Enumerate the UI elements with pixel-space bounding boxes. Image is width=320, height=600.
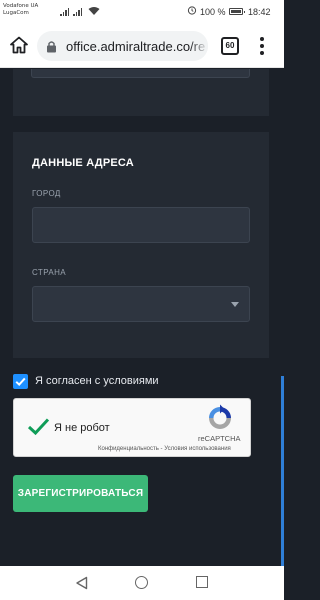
recaptcha-checkmark-icon[interactable] (27, 417, 50, 436)
clock: 18:42 (248, 7, 271, 17)
tab-switcher-button[interactable]: 60 (221, 37, 239, 55)
terms-checkbox[interactable] (13, 374, 28, 389)
recaptcha-brand: reCAPTCHA (198, 434, 241, 443)
status-bar: Vodafone UA LugaCom 100 % 18:42 (0, 0, 284, 24)
carrier-name-1: Vodafone UA (3, 3, 39, 9)
carrier-name-2: LugaCom (3, 10, 29, 16)
carrier-info: Vodafone UA LugaCom (3, 3, 38, 17)
battery-percent: 100 % (200, 7, 226, 17)
recent-apps-icon[interactable] (196, 576, 208, 588)
signal-icon-2 (73, 8, 82, 16)
signal-icon (60, 8, 69, 16)
url-text: office.admiraltrade.co/re (66, 39, 206, 54)
city-label: ГОРОД (32, 189, 61, 198)
section-title: ДАННЫЕ АДРЕСА (32, 157, 134, 169)
home-circle-icon[interactable] (135, 576, 148, 589)
navigation-bar (0, 566, 284, 600)
country-label: СТРАНА (32, 268, 67, 277)
country-select[interactable] (32, 286, 250, 322)
battery-icon (229, 8, 245, 15)
address-bar[interactable]: office.admiraltrade.co/re (37, 31, 208, 61)
register-button[interactable]: ЗАРЕГИСТРИРОВАТЬСЯ (13, 475, 148, 512)
alarm-icon (187, 6, 197, 15)
url-fade (190, 31, 208, 61)
back-icon[interactable] (75, 576, 89, 590)
scrollbar[interactable] (281, 376, 284, 566)
dropdown-arrow-icon (231, 302, 239, 307)
previous-input-field[interactable] (31, 69, 250, 78)
more-menu-icon[interactable] (258, 37, 266, 55)
recaptcha-logo-icon (209, 404, 231, 429)
checkmark-icon (15, 377, 26, 387)
terms-label[interactable]: Я согласен с условиями (35, 375, 159, 387)
recaptcha-label: Я не робот (54, 422, 110, 434)
lock-icon (47, 41, 56, 53)
city-input[interactable] (32, 207, 250, 243)
recaptcha-links[interactable]: Конфиденциальность - Условия использован… (98, 446, 231, 452)
browser-toolbar: office.admiraltrade.co/re 60 (0, 24, 284, 68)
address-section-card: ДАННЫЕ АДРЕСА ГОРОД СТРАНА (13, 132, 269, 358)
wifi-icon (88, 7, 100, 15)
recaptcha-widget: Я не робот reCAPTCHA Конфиденциальность … (13, 398, 251, 457)
previous-section-card (13, 69, 269, 116)
home-icon[interactable] (9, 35, 29, 55)
